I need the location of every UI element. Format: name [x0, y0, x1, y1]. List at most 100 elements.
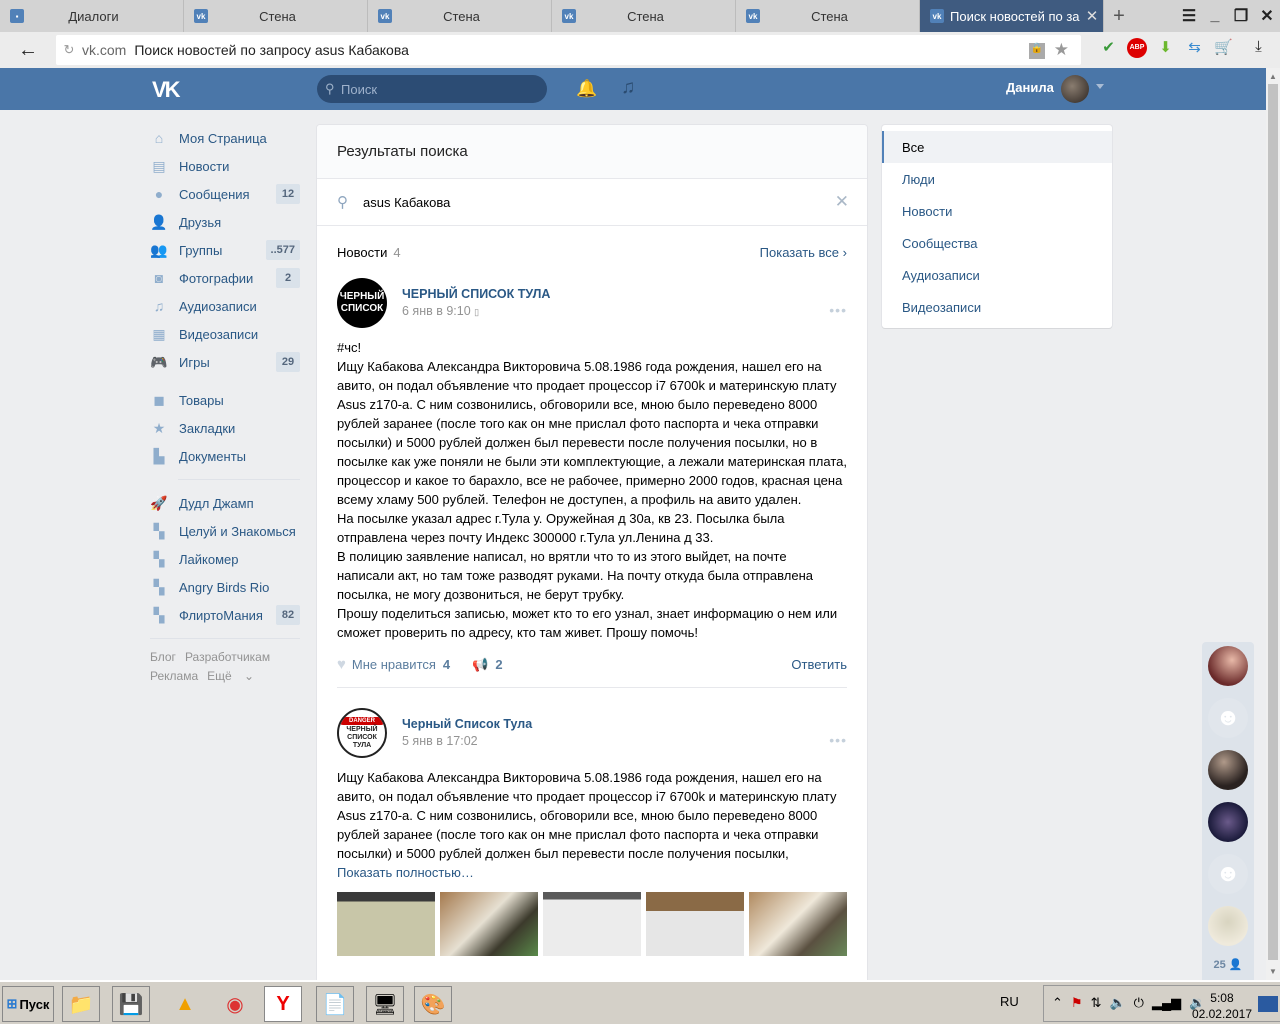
aimp-taskbar-icon[interactable]: ▲: [166, 986, 204, 1022]
task-manager-taskbar-icon[interactable]: 🖥: [366, 986, 404, 1022]
sync-extension-icon[interactable]: ⇆: [1180, 38, 1209, 58]
volume-muted-icon[interactable]: 🔈: [1109, 995, 1125, 1011]
heart-icon[interactable]: ♥: [337, 656, 346, 673]
footer-link-ads[interactable]: Реклама: [150, 669, 198, 683]
user-name[interactable]: Данила: [1006, 80, 1054, 95]
sidebar-item-bookmarks[interactable]: ★ Закладки: [150, 414, 300, 442]
post-menu-icon[interactable]: •••: [829, 302, 847, 318]
yandex-browser-taskbar-icon[interactable]: Y: [264, 986, 302, 1022]
user-avatar[interactable]: [1061, 75, 1089, 103]
show-desktop-button[interactable]: [1258, 996, 1278, 1012]
sidebar-item-video[interactable]: ▦ Видеозаписи: [150, 320, 300, 348]
download-extension-icon[interactable]: ⬇: [1151, 38, 1180, 58]
filter-all[interactable]: Все: [882, 131, 1112, 163]
shield-extension-icon[interactable]: ✔: [1094, 38, 1123, 58]
sidebar-item-market[interactable]: ◼ Товары: [150, 386, 300, 414]
explorer-taskbar-icon[interactable]: 📁: [62, 986, 100, 1022]
post-author-name[interactable]: ЧЕРНЫЙ СПИСОК ТУЛА: [402, 287, 550, 301]
chevron-down-icon[interactable]: [1096, 84, 1104, 93]
close-tab-icon[interactable]: ✕: [1081, 7, 1103, 25]
power-icon[interactable]: ⏻: [1134, 995, 1144, 1011]
reply-button[interactable]: Ответить: [791, 657, 847, 672]
friend-avatar-placeholder[interactable]: ☻: [1208, 854, 1248, 894]
sidebar-item-groups[interactable]: 👥 Группы ..577: [150, 236, 300, 264]
scroll-down-icon[interactable]: ▼: [1269, 967, 1277, 976]
sidebar-item-audio[interactable]: ♫ Аудиозаписи: [150, 292, 300, 320]
sidebar-app-flirtomania[interactable]: ▚ ФлиртоМания 82: [150, 601, 300, 629]
network-share-icon[interactable]: ⇅: [1091, 995, 1102, 1011]
tab-wall-2[interactable]: vk Стена: [368, 0, 552, 32]
tab-wall-1[interactable]: vk Стена: [184, 0, 368, 32]
sidebar-item-messages[interactable]: ● Сообщения 12: [150, 180, 300, 208]
like-button[interactable]: Мне нравится: [352, 657, 436, 672]
friend-avatar[interactable]: [1208, 802, 1248, 842]
post-photo[interactable]: [646, 892, 744, 956]
header-search[interactable]: ⚲: [317, 75, 547, 103]
results-search-field[interactable]: ⚲ asus Кабакова ✕: [317, 179, 867, 226]
clear-search-icon[interactable]: ✕: [835, 192, 849, 212]
new-tab-button[interactable]: +: [1104, 0, 1134, 32]
post-author-avatar[interactable]: ЧЕРНЫЙ СПИСОК: [337, 278, 387, 328]
post-photo[interactable]: [749, 892, 847, 956]
action-center-flag-icon[interactable]: ⚑: [1071, 995, 1083, 1011]
filter-news[interactable]: Новости: [882, 195, 1112, 227]
sidebar-item-documents[interactable]: ▙ Документы: [150, 442, 300, 470]
vk-logo[interactable]: VK: [152, 77, 181, 103]
menu-icon[interactable]: ☰: [1176, 6, 1202, 26]
post-photo[interactable]: [337, 892, 435, 956]
post-photo[interactable]: [543, 892, 641, 956]
post-author-avatar[interactable]: DANGER ЧЕРНЫЙ СПИСОК ТУЛА: [337, 708, 387, 758]
restore-icon[interactable]: ❐: [1228, 6, 1254, 26]
sidebar-item-friends[interactable]: 👤 Друзья: [150, 208, 300, 236]
sidebar-item-news[interactable]: ▤ Новости: [150, 152, 300, 180]
music-note-icon[interactable]: ♫: [621, 77, 635, 99]
friend-avatar-placeholder[interactable]: ☻: [1208, 698, 1248, 738]
show-all-link[interactable]: Показать все ›: [760, 245, 847, 260]
chrome-taskbar-icon[interactable]: ◉: [216, 986, 254, 1022]
cart-extension-icon[interactable]: 🛒: [1209, 38, 1238, 58]
bookmark-star-icon[interactable]: ★: [1054, 40, 1069, 60]
footer-link-developers[interactable]: Разработчикам: [185, 650, 270, 664]
tab-wall-4[interactable]: vk Стена: [736, 0, 920, 32]
downloads-icon[interactable]: ⤓: [1244, 38, 1273, 58]
sidebar-app-angry-birds[interactable]: ▚ Angry Birds Rio: [150, 573, 300, 601]
show-hidden-icons[interactable]: ⌃: [1052, 995, 1063, 1011]
clock[interactable]: 5:08 02.02.2017: [1192, 990, 1252, 1022]
sidebar-item-my-page[interactable]: ⌂ Моя Страница: [150, 124, 300, 152]
friend-avatar[interactable]: [1208, 906, 1248, 946]
filter-video[interactable]: Видеозаписи: [882, 291, 1112, 323]
page-scrollbar[interactable]: ▲ ▼: [1266, 68, 1280, 980]
show-more-link[interactable]: Показать полностью…: [337, 863, 847, 882]
tab-wall-3[interactable]: vk Стена: [552, 0, 736, 32]
sidebar-app-likomer[interactable]: ▚ Лайкомер: [150, 545, 300, 573]
scroll-up-icon[interactable]: ▲: [1269, 72, 1277, 81]
post-menu-icon[interactable]: •••: [829, 732, 847, 748]
address-field[interactable]: ↻ vk.com Поиск новостей по запросу asus …: [56, 35, 1081, 65]
notifications-bell-icon[interactable]: 🔔: [576, 79, 597, 99]
friend-avatar[interactable]: [1208, 646, 1248, 686]
save-app-taskbar-icon[interactable]: 💾: [112, 986, 150, 1022]
sidebar-app-kiss[interactable]: ▚ Целуй и Знакомься: [150, 517, 300, 545]
wordpad-taskbar-icon[interactable]: 📄: [316, 986, 354, 1022]
sidebar-app-doodle-jump[interactable]: 🚀 Дудл Джамп: [150, 489, 300, 517]
filter-communities[interactable]: Сообщества: [882, 227, 1112, 259]
footer-link-blog[interactable]: Блог: [150, 650, 176, 664]
start-button[interactable]: ⊞ Пуск: [2, 986, 54, 1022]
adblock-icon[interactable]: ABP: [1127, 38, 1147, 58]
minimize-icon[interactable]: _: [1202, 7, 1228, 25]
paint-taskbar-icon[interactable]: 🎨: [414, 986, 452, 1022]
footer-link-more[interactable]: Ещё ⌄: [207, 669, 254, 683]
back-button[interactable]: ←: [0, 39, 56, 62]
lock-icon[interactable]: 🔒: [1029, 43, 1045, 59]
post-photo[interactable]: [440, 892, 538, 956]
filter-people[interactable]: Люди: [882, 163, 1112, 195]
signal-icon[interactable]: ▂▄▆: [1152, 995, 1181, 1011]
sidebar-item-games[interactable]: 🎮 Игры 29: [150, 348, 300, 376]
scrollbar-thumb[interactable]: [1268, 84, 1278, 960]
search-query[interactable]: asus Кабакова: [363, 195, 450, 210]
friends-online-count[interactable]: 25 👤: [1202, 958, 1254, 971]
friend-avatar[interactable]: [1208, 750, 1248, 790]
share-megaphone-icon[interactable]: 📢: [472, 657, 488, 673]
post-author-name[interactable]: Черный Список Тула: [402, 717, 532, 731]
reload-icon[interactable]: ↻: [56, 42, 82, 58]
